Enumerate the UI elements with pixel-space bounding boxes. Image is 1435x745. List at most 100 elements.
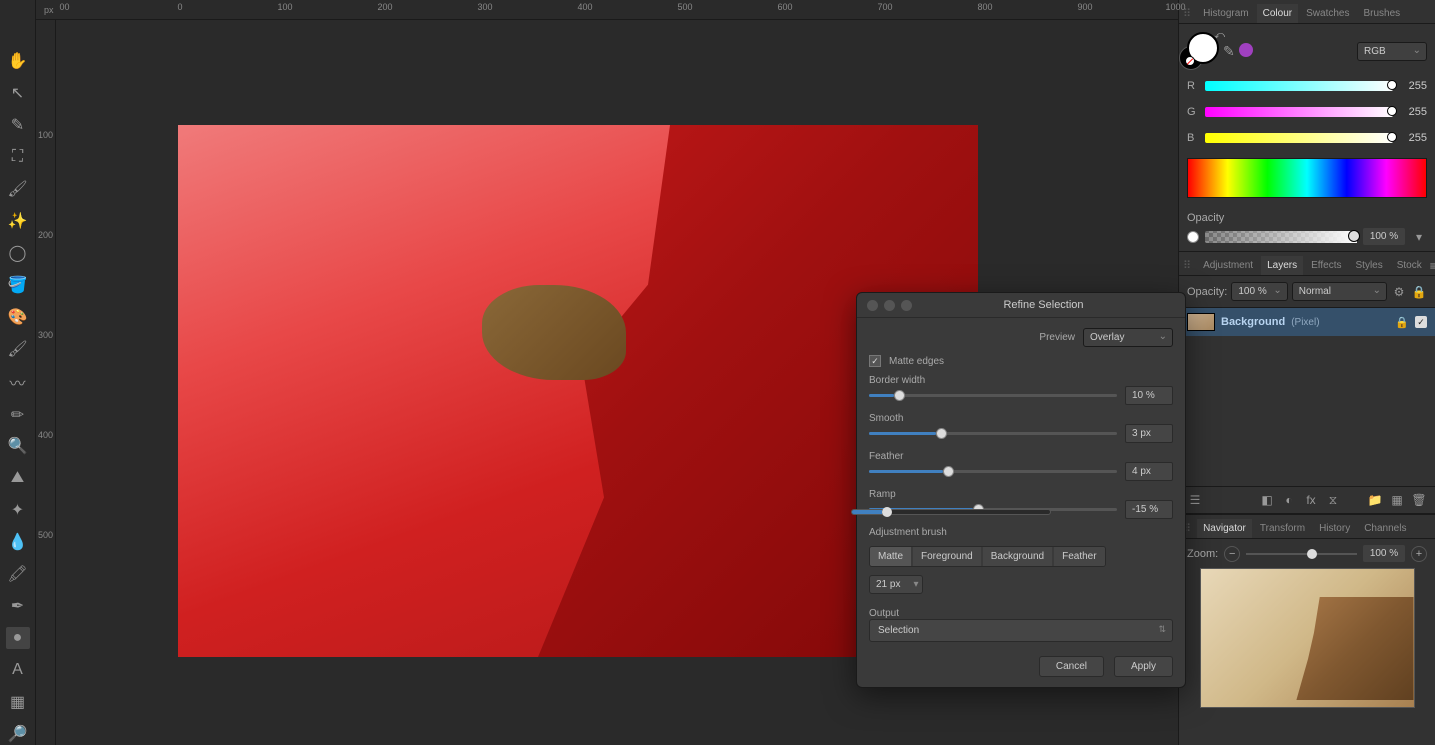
layers-panel-icon[interactable]: ☰ (1187, 492, 1203, 508)
wand-tool[interactable]: ✨ (6, 210, 30, 232)
layer-opacity-dropdown[interactable]: 100 % (1231, 282, 1287, 301)
fx-icon[interactable]: fx (1303, 492, 1319, 508)
feather-slider[interactable] (869, 470, 1117, 473)
feather-value[interactable]: 4 px (1125, 462, 1173, 481)
zoom-slider[interactable] (1246, 553, 1357, 555)
zoom-value[interactable]: 100 % (1363, 545, 1405, 562)
r-value[interactable]: 255 (1399, 80, 1427, 92)
inpaint-tool[interactable]: 🖍 (6, 563, 30, 585)
ramp-value[interactable]: -15 % (1125, 500, 1173, 519)
color-wheel-tool[interactable]: 🎨 (6, 306, 30, 328)
tab-layers[interactable]: Layers (1261, 256, 1303, 275)
retouch-tool[interactable]: ✦ (6, 499, 30, 521)
tab-colour[interactable]: Colour (1257, 4, 1298, 23)
opacity-menu-icon[interactable]: ▾ (1411, 229, 1427, 245)
mask-icon[interactable]: ◧ (1259, 492, 1275, 508)
swap-colors-icon[interactable]: ⤺ (1214, 30, 1225, 41)
smooth-value[interactable]: 3 px (1125, 424, 1173, 443)
text-tool[interactable]: A (6, 659, 30, 681)
view-tool[interactable]: 🔎 (6, 723, 30, 745)
ruler-v-mark: 400 (38, 430, 53, 440)
layers-list-area[interactable] (1179, 336, 1435, 486)
smooth-slider[interactable] (869, 432, 1117, 435)
adjustment-icon[interactable]: ◐ (1281, 492, 1297, 508)
zoom-tool[interactable]: 🔍 (6, 435, 30, 457)
matte-edges-checkbox[interactable]: ✓ (869, 355, 881, 367)
zoom-in-button[interactable]: + (1411, 546, 1427, 562)
layer-type: (Pixel) (1291, 317, 1319, 328)
pen-tool[interactable]: ✒ (6, 595, 30, 617)
hourglass-icon[interactable]: ⧖ (1325, 492, 1341, 508)
workspace: px 00 0 100 200 300 400 500 600 700 800 … (36, 0, 1178, 745)
flood-fill-tool[interactable]: 🪣 (6, 274, 30, 296)
trash-icon[interactable]: 🗑 (1411, 492, 1427, 508)
opacity-value[interactable]: 100 % (1363, 228, 1405, 245)
tab-histogram[interactable]: Histogram (1197, 4, 1255, 23)
layer-item-background[interactable]: Background (Pixel) 🔒 ✓ (1179, 308, 1435, 336)
foreground-color-swatch[interactable]: ⤺ (1187, 32, 1219, 64)
paintbrush-tool[interactable]: 🖌 (6, 338, 30, 360)
minimize-icon[interactable] (884, 300, 895, 311)
layer-visibility-checkbox[interactable]: ✓ (1415, 316, 1427, 328)
lock-icon[interactable]: 🔒 (1411, 284, 1427, 300)
panel-menu-icon[interactable]: ≡ (1430, 258, 1435, 274)
close-icon[interactable] (867, 300, 878, 311)
new-layer-icon[interactable]: ▦ (1389, 492, 1405, 508)
zoom-out-button[interactable]: − (1224, 546, 1240, 562)
brush-tab-matte[interactable]: Matte (870, 547, 911, 566)
tab-navigator[interactable]: Navigator (1197, 519, 1252, 538)
dodge-tool[interactable]: 🖌 (6, 178, 30, 200)
tab-swatches[interactable]: Swatches (1300, 4, 1355, 23)
no-color-icon[interactable] (1185, 56, 1195, 66)
brush-tab-background[interactable]: Background (983, 547, 1052, 566)
move-tool[interactable]: ↖ (6, 82, 30, 104)
b-value[interactable]: 255 (1399, 132, 1427, 144)
layer-lock-icon[interactable]: 🔒 (1395, 316, 1409, 329)
preview-mode-dropdown[interactable]: Overlay (1083, 328, 1173, 347)
cancel-button[interactable]: Cancel (1039, 656, 1104, 677)
brush-width-dropdown[interactable]: 21 px (869, 575, 923, 594)
blur-tool[interactable]: 💧 (6, 531, 30, 553)
tab-styles[interactable]: Styles (1350, 256, 1389, 275)
border-width-value[interactable]: 10 % (1125, 386, 1173, 405)
tab-channels[interactable]: Channels (1358, 519, 1412, 538)
color-picker-tool[interactable]: ✎ (6, 114, 30, 136)
tab-history[interactable]: History (1313, 519, 1356, 538)
eyedropper-icon[interactable]: ✎ (1223, 43, 1235, 60)
tab-stock[interactable]: Stock (1391, 256, 1428, 275)
brush-width-slider[interactable] (851, 509, 1051, 515)
pencil-tool[interactable]: ✏ (6, 404, 30, 426)
opacity-slider[interactable] (1205, 231, 1357, 243)
smudge-tool[interactable]: 〰 (6, 370, 30, 394)
border-width-slider[interactable] (869, 394, 1117, 397)
output-dropdown[interactable]: Selection (869, 619, 1173, 642)
group-icon[interactable]: 📁 (1367, 492, 1383, 508)
apply-button[interactable]: Apply (1114, 656, 1173, 677)
brush-tab-feather[interactable]: Feather (1054, 547, 1104, 566)
b-slider[interactable] (1205, 133, 1393, 143)
shape-tool[interactable]: ● (6, 627, 30, 649)
navigator-preview[interactable] (1200, 568, 1415, 708)
tab-brushes[interactable]: Brushes (1357, 4, 1406, 23)
mesh-tool[interactable]: ▦ (6, 691, 30, 713)
brush-tab-foreground[interactable]: Foreground (913, 547, 981, 566)
crop-tool[interactable]: ⛶ (6, 146, 30, 168)
panel-grip-icon[interactable]: ⠿ (1183, 259, 1191, 272)
dialog-titlebar[interactable]: Refine Selection (857, 293, 1185, 318)
tab-transform[interactable]: Transform (1254, 519, 1311, 538)
gear-icon[interactable]: ⚙ (1391, 284, 1407, 300)
color-mode-dropdown[interactable]: RGB (1357, 42, 1427, 61)
tab-adjustment[interactable]: Adjustment (1197, 256, 1259, 275)
maximize-icon[interactable] (901, 300, 912, 311)
hand-tool[interactable]: ✋ (6, 50, 30, 72)
g-slider[interactable] (1205, 107, 1393, 117)
g-value[interactable]: 255 (1399, 106, 1427, 118)
stamp-tool[interactable]: ⛰ (6, 467, 30, 489)
marquee-tool[interactable]: ◯ (6, 242, 30, 264)
r-slider[interactable] (1205, 81, 1393, 91)
canvas-brown-rock (482, 285, 626, 381)
recent-color-dot[interactable] (1239, 43, 1253, 57)
tab-effects[interactable]: Effects (1305, 256, 1347, 275)
hue-strip[interactable] (1187, 158, 1427, 198)
blend-mode-dropdown[interactable]: Normal (1292, 282, 1387, 301)
